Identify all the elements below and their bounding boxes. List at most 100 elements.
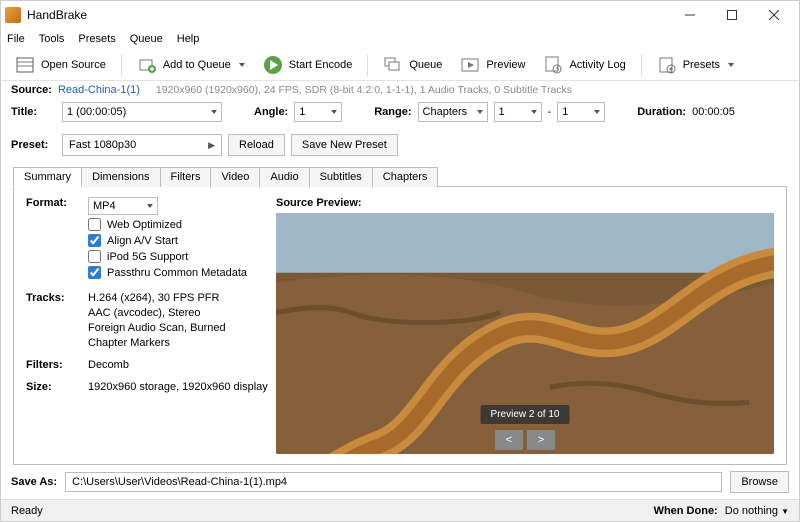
summary-panel: Format: MP4 Web Optimized Align A/V Star… bbox=[13, 187, 787, 465]
tab-dimensions[interactable]: Dimensions bbox=[81, 167, 160, 187]
angle-select[interactable]: 1 bbox=[294, 102, 342, 122]
format-select[interactable]: MP4 bbox=[88, 197, 158, 215]
open-source-label: Open Source bbox=[41, 59, 106, 71]
source-label: Source: bbox=[11, 84, 52, 96]
presets-icon bbox=[657, 55, 677, 75]
activity-log-icon bbox=[543, 55, 563, 75]
tab-subtitles[interactable]: Subtitles bbox=[309, 167, 373, 187]
chevron-down-icon bbox=[477, 110, 483, 114]
range-type-value: Chapters bbox=[423, 106, 468, 118]
tab-audio[interactable]: Audio bbox=[259, 167, 309, 187]
menu-presets[interactable]: Presets bbox=[78, 33, 115, 45]
title-select[interactable]: 1 (00:00:05) bbox=[62, 102, 222, 122]
menu-queue[interactable]: Queue bbox=[130, 33, 163, 45]
preview-button[interactable]: Preview bbox=[454, 52, 531, 78]
chevron-down-icon: ▼ bbox=[781, 507, 789, 516]
range-label: Range: bbox=[374, 106, 411, 118]
presets-button[interactable]: Presets bbox=[651, 52, 740, 78]
toolbar: Open Source Add to Queue Start Encode Qu… bbox=[1, 49, 799, 81]
add-to-queue-icon bbox=[137, 55, 157, 75]
titlebar: HandBrake bbox=[1, 1, 799, 29]
queue-button[interactable]: Queue bbox=[377, 52, 448, 78]
presets-label: Presets bbox=[683, 59, 720, 71]
range-type-select[interactable]: Chapters bbox=[418, 102, 488, 122]
ipod-checkbox[interactable]: iPod 5G Support bbox=[88, 250, 247, 263]
menu-help[interactable]: Help bbox=[177, 33, 200, 45]
format-value: MP4 bbox=[93, 200, 116, 212]
start-encode-button[interactable]: Start Encode bbox=[257, 52, 359, 78]
preview-prev-button[interactable]: < bbox=[495, 430, 523, 450]
when-done-area: When Done: Do nothing ▼ bbox=[654, 505, 789, 517]
chevron-down-icon bbox=[239, 63, 245, 67]
preset-select[interactable]: Fast 1080p30 ▶ bbox=[62, 134, 222, 156]
when-done-label: When Done: bbox=[654, 505, 718, 517]
minimize-button[interactable] bbox=[669, 2, 711, 28]
when-done-select[interactable]: Do nothing ▼ bbox=[725, 505, 789, 517]
angle-value: 1 bbox=[299, 106, 305, 118]
tab-summary[interactable]: Summary bbox=[13, 167, 82, 187]
range-from-select[interactable]: 1 bbox=[494, 102, 542, 122]
web-optimized-checkbox[interactable]: Web Optimized bbox=[88, 218, 247, 231]
window-title: HandBrake bbox=[27, 8, 669, 22]
toolbar-separator bbox=[121, 54, 122, 76]
angle-label: Angle: bbox=[254, 106, 288, 118]
tracks-label: Tracks: bbox=[26, 292, 88, 349]
maximize-button[interactable] bbox=[711, 2, 753, 28]
title-value: 1 (00:00:05) bbox=[67, 106, 126, 118]
save-as-input[interactable] bbox=[65, 472, 722, 492]
add-to-queue-button[interactable]: Add to Queue bbox=[131, 52, 251, 78]
chevron-down-icon bbox=[531, 110, 537, 114]
start-encode-label: Start Encode bbox=[289, 59, 353, 71]
statusbar: Ready When Done: Do nothing ▼ bbox=[1, 499, 799, 521]
tab-video[interactable]: Video bbox=[210, 167, 260, 187]
add-to-queue-label: Add to Queue bbox=[163, 59, 231, 71]
chevron-down-icon bbox=[331, 110, 337, 114]
toolbar-separator bbox=[367, 54, 368, 76]
tab-chapters[interactable]: Chapters bbox=[372, 167, 439, 187]
range-from-value: 1 bbox=[499, 106, 505, 118]
filters-value: Decomb bbox=[88, 359, 129, 371]
play-icon bbox=[263, 55, 283, 75]
close-button[interactable] bbox=[753, 2, 795, 28]
preview-next-button[interactable]: > bbox=[527, 430, 555, 450]
preview-area: Source Preview: Preview 2 of 10 < > bbox=[276, 197, 774, 454]
filters-label: Filters: bbox=[26, 359, 88, 371]
range-separator: - bbox=[548, 106, 552, 118]
preview-label: Preview bbox=[486, 59, 525, 71]
status-text: Ready bbox=[11, 505, 43, 517]
app-icon bbox=[5, 7, 21, 23]
preset-value: Fast 1080p30 bbox=[69, 139, 136, 151]
chevron-down-icon bbox=[211, 110, 217, 114]
reload-button[interactable]: Reload bbox=[228, 134, 285, 156]
save-new-preset-button[interactable]: Save New Preset bbox=[291, 134, 398, 156]
chevron-down-icon bbox=[594, 110, 600, 114]
tab-filters[interactable]: Filters bbox=[160, 167, 212, 187]
queue-label: Queue bbox=[409, 59, 442, 71]
save-as-label: Save As: bbox=[11, 476, 57, 488]
source-info: 1920x960 (1920x960), 24 FPS, SDR (8-bit … bbox=[156, 84, 572, 96]
range-to-select[interactable]: 1 bbox=[557, 102, 605, 122]
menubar: File Tools Presets Queue Help bbox=[1, 29, 799, 49]
passthru-checkbox[interactable]: Passthru Common Metadata bbox=[88, 266, 247, 279]
menu-tools[interactable]: Tools bbox=[39, 33, 65, 45]
menu-file[interactable]: File bbox=[7, 33, 25, 45]
duration-value: 00:00:05 bbox=[692, 106, 735, 118]
open-source-button[interactable]: Open Source bbox=[9, 52, 112, 78]
browse-button[interactable]: Browse bbox=[730, 471, 789, 493]
preset-label: Preset: bbox=[11, 139, 56, 151]
align-av-checkbox[interactable]: Align A/V Start bbox=[88, 234, 247, 247]
format-label: Format: bbox=[26, 197, 88, 282]
browse-label: Browse bbox=[741, 476, 778, 488]
source-row: Source: Read-China-1(1) 1920x960 (1920x9… bbox=[1, 81, 799, 99]
activity-log-button[interactable]: Activity Log bbox=[537, 52, 631, 78]
reload-label: Reload bbox=[239, 139, 274, 151]
summary-left-column: Format: MP4 Web Optimized Align A/V Star… bbox=[26, 197, 276, 454]
open-source-icon bbox=[15, 55, 35, 75]
preview-nav: < > bbox=[495, 430, 555, 450]
window-controls bbox=[669, 2, 795, 28]
preview-icon bbox=[460, 55, 480, 75]
source-preview-image: Preview 2 of 10 < > bbox=[276, 213, 774, 454]
chevron-down-icon bbox=[147, 204, 153, 208]
queue-icon bbox=[383, 55, 403, 75]
save-as-row: Save As: Browse bbox=[1, 465, 799, 499]
